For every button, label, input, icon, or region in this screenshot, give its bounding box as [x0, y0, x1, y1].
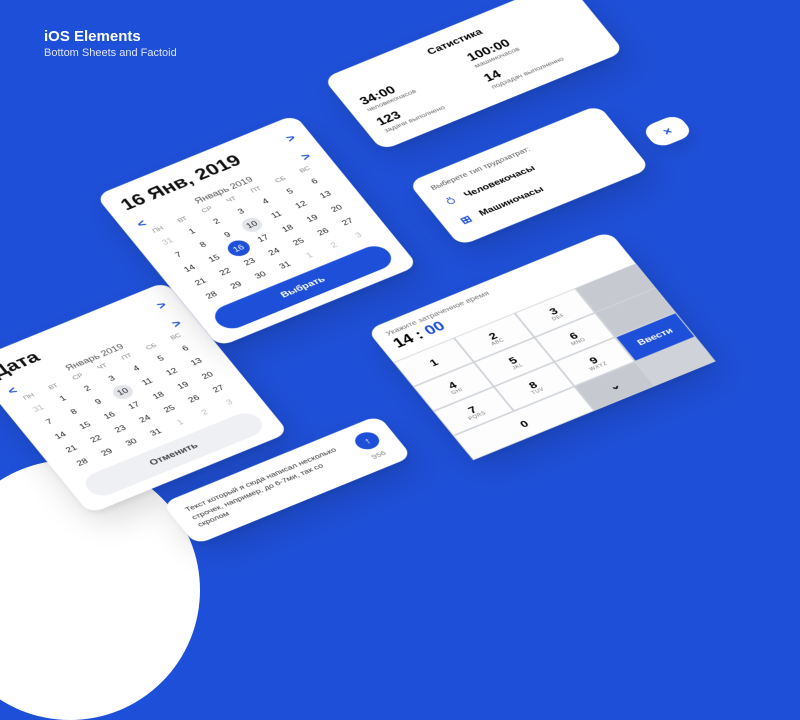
- page-subtitle: Bottom Sheets and Factoid: [44, 47, 177, 59]
- page-title: iOS Elements: [44, 28, 177, 45]
- close-icon: ×: [660, 125, 675, 138]
- effort-type-card: Выберете тип трудозатрат: ⍥Человекочасы⊞…: [408, 105, 651, 246]
- char-counter: 956: [370, 449, 388, 460]
- chevron-right-icon[interactable]: >: [283, 132, 298, 145]
- next-month-icon[interactable]: >: [298, 150, 313, 163]
- page-header: iOS Elements Bottom Sheets and Factoid: [44, 28, 177, 59]
- time-keypad-sheet: Укажите затраченное время 14 : 00 12ABC3…: [367, 231, 716, 460]
- prev-month-icon[interactable]: <: [5, 384, 20, 397]
- next-month-icon[interactable]: >: [169, 317, 184, 330]
- prev-month-icon[interactable]: <: [134, 217, 149, 230]
- chevron-right-icon[interactable]: >: [154, 299, 169, 312]
- arrow-up-icon: ↑: [361, 435, 373, 446]
- machine-icon: ⊞: [455, 212, 477, 227]
- close-fab[interactable]: ×: [641, 113, 694, 149]
- person-icon: ⍥: [440, 194, 462, 209]
- send-button[interactable]: ↑: [351, 429, 384, 452]
